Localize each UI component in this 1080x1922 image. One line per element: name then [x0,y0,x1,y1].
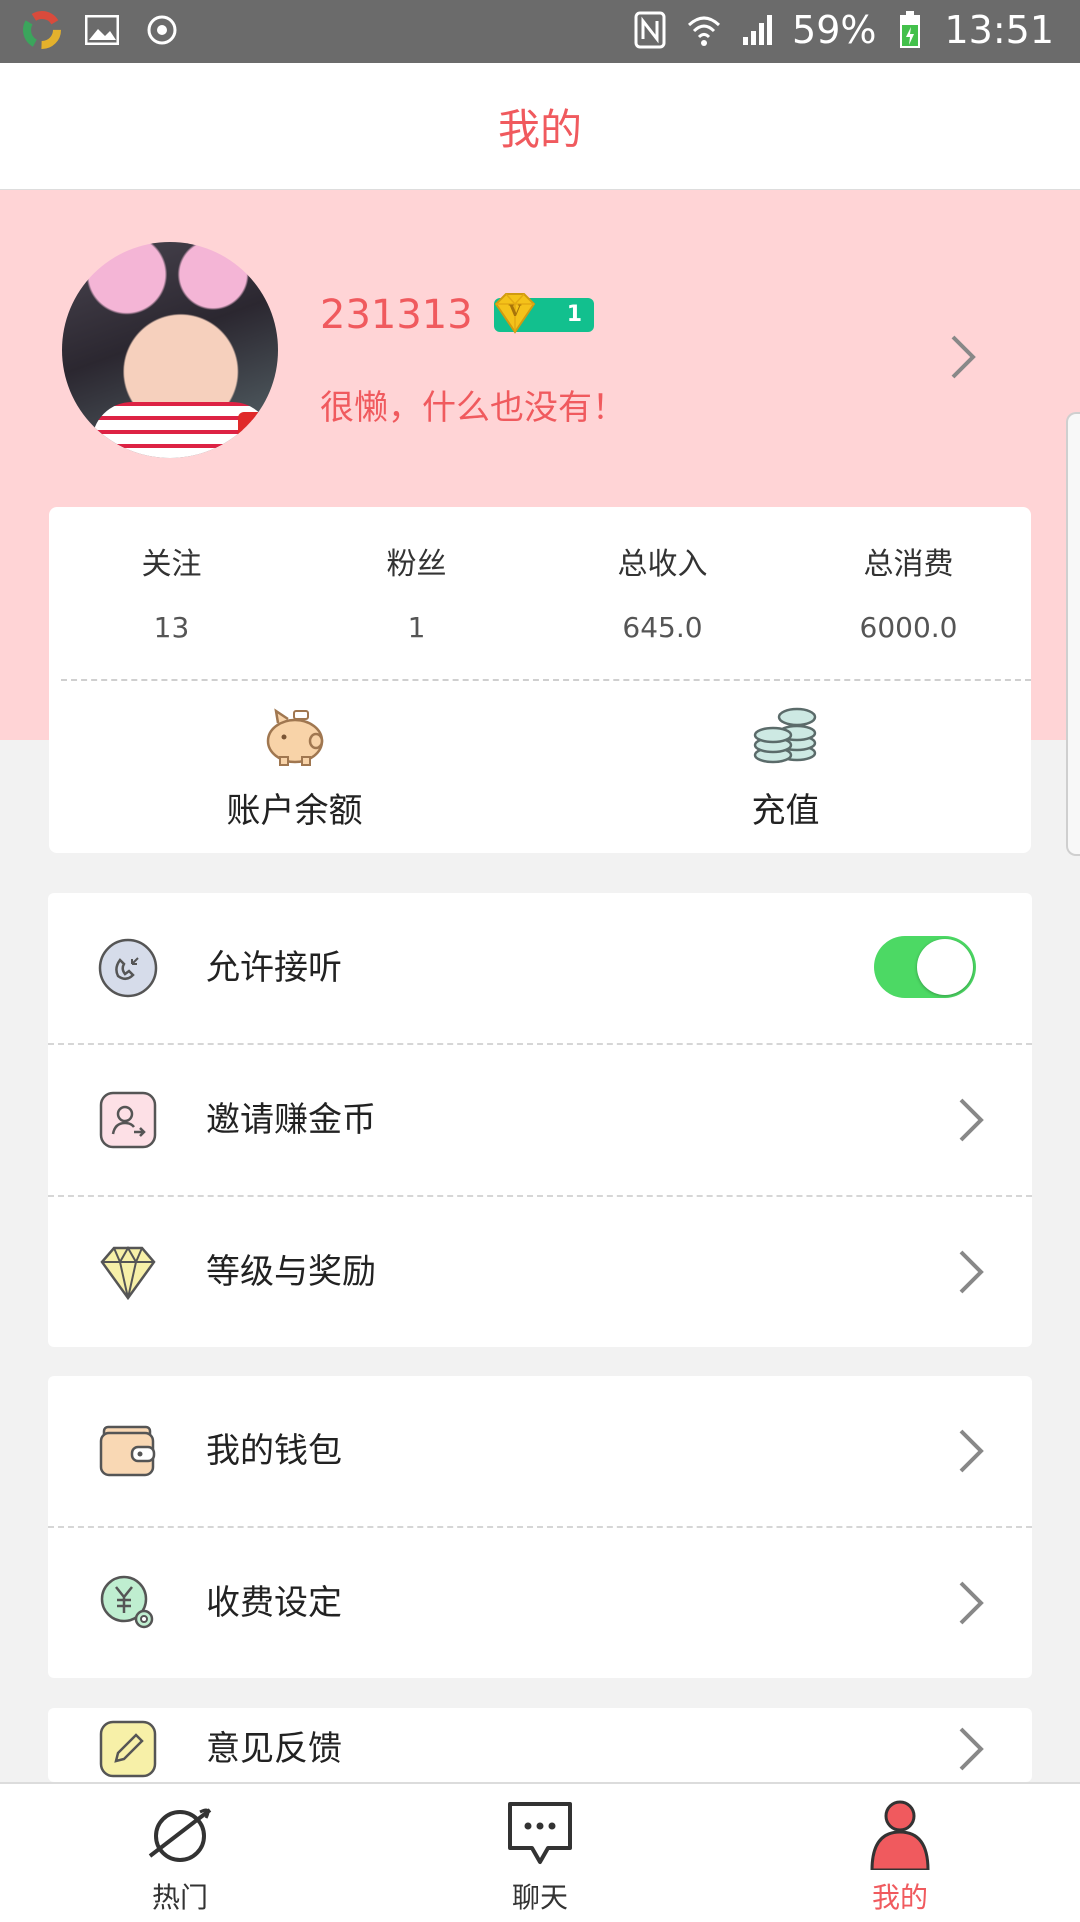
chevron-right-icon[interactable] [948,332,978,382]
image-icon [82,10,122,50]
stat-spending[interactable]: 总消费 6000.0 [786,539,1031,644]
wallet-icon [99,1425,156,1477]
nav-chat-label: 聊天 [511,1881,568,1914]
svg-text:V: V [508,301,522,320]
nav-mine[interactable]: 我的 [720,1784,1080,1922]
signal-icon [738,10,778,50]
chevron-right-icon [959,1581,984,1625]
phone-icon [98,938,158,998]
stat-follow[interactable]: 关注 13 [49,539,294,644]
level-label: 等级与奖励 [206,1252,376,1292]
avatar-badge-icon [238,412,272,446]
stat-value: 645.0 [622,611,703,644]
nav-chat[interactable]: 聊天 [360,1784,720,1922]
vip-level: 1 [566,302,582,327]
stat-label: 总收入 [617,547,708,582]
diamond-icon [100,1245,156,1301]
chat-bubble-icon [508,1802,572,1864]
recharge-button[interactable]: 充值 [540,705,1031,832]
menu-item-feedback[interactable]: 意见反馈 [48,1708,1032,1782]
menu-item-invite[interactable]: 邀请赚金币 [48,1043,1032,1195]
battery-percent: 59% [792,8,877,52]
allow-answer-toggle[interactable] [874,936,976,998]
menu-card-1: 允许接听 邀请赚金币 等级与奖励 [48,893,1032,1347]
recharge-label: 充值 [751,791,820,831]
allow-answer-label: 允许接听 [206,948,342,988]
page-title: 我的 [497,104,582,154]
menu-item-allow-answer: 允许接听 [48,893,1032,1043]
wifi-icon [684,10,724,50]
nav-hot-label: 热门 [151,1881,208,1914]
fee-settings-label: 收费设定 [206,1583,342,1623]
invite-label: 邀请赚金币 [206,1100,376,1140]
menu-card-2: 我的钱包 收费设定 [48,1376,1032,1678]
stat-value: 6000.0 [859,611,958,644]
account-balance-label: 账户余额 [226,791,363,831]
chevron-right-icon [959,1098,984,1142]
bottom-nav: 热门 聊天 我的 [0,1782,1080,1922]
menu-item-wallet[interactable]: 我的钱包 [48,1376,1032,1526]
piggy-bank-icon [266,708,323,766]
fee-settings-icon [100,1575,154,1629]
stat-label: 总消费 [863,547,954,582]
stat-label: 关注 [141,547,202,582]
clock: 13:51 [944,8,1054,52]
chevron-right-icon [959,1250,984,1294]
avatar[interactable] [62,242,278,458]
username: 231313 [320,292,473,338]
chevron-right-icon [959,1429,984,1473]
stat-label: 粉丝 [386,547,447,582]
vip-gem-icon: V [494,293,536,334]
title-bar: 我的 [0,63,1080,191]
feedback-label: 意见反馈 [206,1729,342,1769]
edit-icon [99,1720,157,1778]
stats-card: 关注 13 粉丝 1 总收入 645.0 总消费 6000.0 账户余额 充值 [49,507,1031,853]
menu-item-fee-settings[interactable]: 收费设定 [48,1526,1032,1678]
stat-value: 13 [153,611,190,644]
menu-card-3: 意见反馈 [48,1708,1032,1782]
nav-hot[interactable]: 热门 [0,1784,360,1922]
invite-user-icon [99,1091,157,1149]
menu-item-level[interactable]: 等级与奖励 [48,1195,1032,1347]
side-scroll-handle[interactable] [1066,412,1080,856]
vip-badge: V 1 [494,293,594,334]
stat-value: 1 [407,611,426,644]
chevron-right-icon [959,1727,984,1771]
profile-bio: 很懒，什么也没有！ [320,388,626,428]
nfc-icon [630,10,670,50]
user-icon [870,1800,930,1872]
wallet-label: 我的钱包 [206,1431,342,1471]
status-bar: 59% 13:51 [0,0,1080,63]
coins-icon [753,707,816,764]
divider [61,679,1031,681]
stat-fans[interactable]: 粉丝 1 [294,539,539,644]
app-notification-icon [22,10,62,50]
account-balance-button[interactable]: 账户余额 [49,705,540,832]
sync-icon [142,10,182,50]
battery-icon [890,10,930,50]
nav-mine-label: 我的 [871,1881,928,1914]
stat-income[interactable]: 总收入 645.0 [540,539,785,644]
planet-icon [148,1808,212,1862]
